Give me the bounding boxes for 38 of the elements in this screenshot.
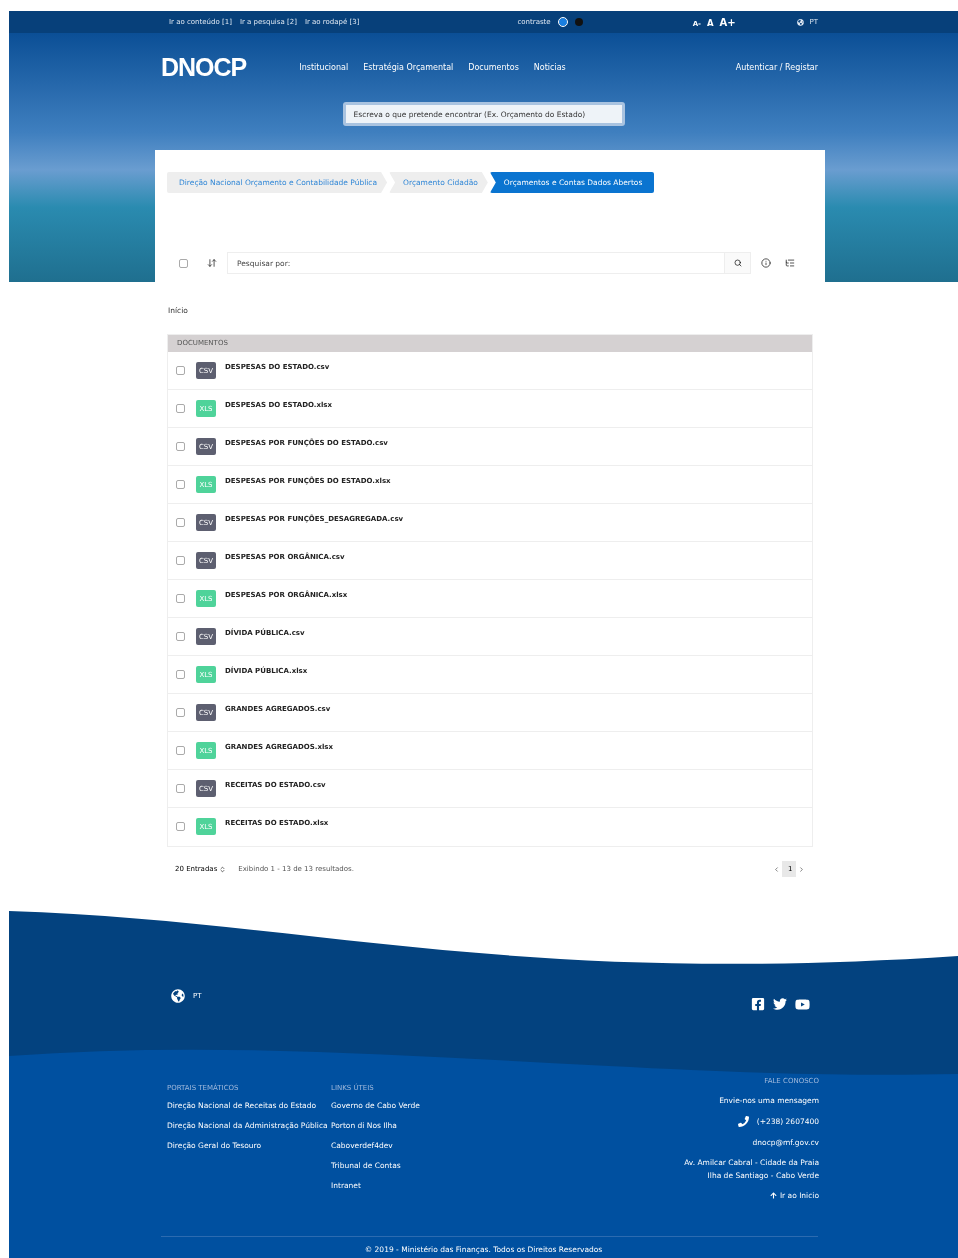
globe-icon <box>796 18 804 26</box>
row-checkbox[interactable] <box>176 480 185 489</box>
font-size-button[interactable]: A+ <box>719 16 736 28</box>
row-checkbox[interactable] <box>176 822 185 831</box>
row-checkbox[interactable] <box>176 442 185 451</box>
info-icon[interactable] <box>761 258 771 268</box>
nav-link[interactable]: Institucional <box>299 63 349 72</box>
phone-icon <box>737 1116 749 1127</box>
row-checkbox[interactable] <box>176 708 185 717</box>
list-view-icon[interactable] <box>785 258 795 268</box>
contrast-option[interactable] <box>558 18 567 26</box>
facebook-icon[interactable] <box>751 997 765 1011</box>
row-checkbox[interactable] <box>176 670 185 679</box>
sort-icon[interactable] <box>207 258 217 268</box>
youtube-icon[interactable] <box>795 997 810 1012</box>
logo[interactable]: DNOCP <box>161 53 247 82</box>
login-link[interactable]: Autenticar / Registar <box>735 63 818 72</box>
row-checkbox[interactable] <box>176 632 185 641</box>
search-icon <box>733 259 742 267</box>
nav-link[interactable]: Noticias <box>533 63 566 72</box>
row-checkbox[interactable] <box>176 746 185 755</box>
row-checkbox[interactable] <box>176 518 185 527</box>
row-checkbox[interactable] <box>176 784 185 793</box>
select-all-checkbox[interactable] <box>179 258 188 268</box>
nav-link[interactable]: Documentos <box>468 63 519 72</box>
search-button[interactable] <box>724 253 750 273</box>
previous-page-icon[interactable] <box>773 865 780 873</box>
row-checkbox[interactable] <box>176 556 185 565</box>
globe-icon <box>171 989 185 1003</box>
row-checkbox[interactable] <box>176 404 185 413</box>
row-checkbox[interactable] <box>176 366 185 375</box>
arrow-up-icon <box>769 1192 777 1199</box>
row-checkbox[interactable] <box>176 594 185 603</box>
up-down-caret-icon <box>219 865 227 873</box>
nav-link[interactable]: Estratégia Orçamental <box>363 63 454 72</box>
font-size-button[interactable]: A <box>707 17 714 28</box>
next-page-icon[interactable] <box>798 865 805 873</box>
twitter-icon[interactable] <box>773 997 787 1011</box>
